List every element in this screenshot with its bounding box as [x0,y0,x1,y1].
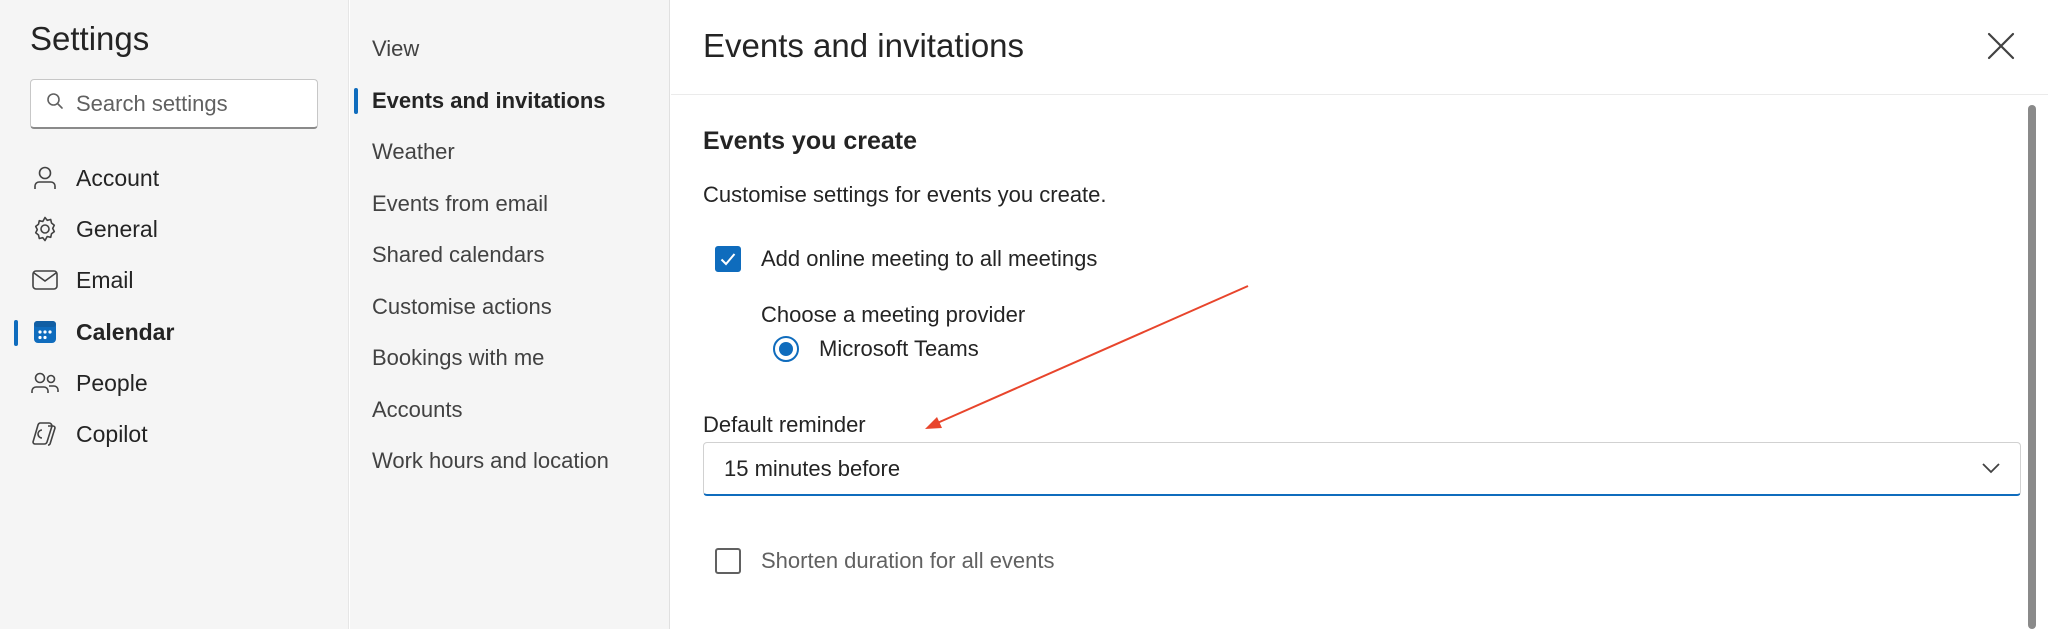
sidebar-item-label: Calendar [76,318,175,345]
shorten-duration-checkbox[interactable] [715,548,741,574]
subnav-item-bookings-with-me[interactable]: Bookings with me [372,341,544,375]
copilot-icon [30,419,60,449]
subnav-item-work-hours-and-location[interactable]: Work hours and location [372,444,609,478]
search-box[interactable] [30,79,318,129]
panel-title: Events and invitations [703,27,1025,64]
close-button[interactable] [1981,26,2021,66]
search-icon [46,92,64,115]
person-icon [30,163,60,193]
subnav-item-weather[interactable]: Weather [372,135,455,169]
sidebar-item-calendar[interactable]: Calendar [30,312,330,352]
chevron-down-icon [1982,463,2000,474]
checkmark-icon [720,253,736,266]
sidebar-item-email[interactable]: Email [30,260,330,300]
calendar-subnav: View Events and invitations Weather Even… [350,0,670,629]
online-meeting-label: Add online meeting to all meetings [761,246,1098,271]
close-icon [1987,32,2015,60]
settings-panel: Events and invitations Events you create… [671,0,2048,629]
provider-option-label: Microsoft Teams [819,336,979,361]
sidebar-item-copilot[interactable]: Copilot [30,414,330,454]
shorten-duration-label: Shorten duration for all events [761,548,1055,573]
sidebar-item-people[interactable]: People [30,363,330,403]
sidebar-item-label: Account [76,164,160,191]
sidebar-item-label: Email [76,266,134,293]
subnav-item-events-and-invitations[interactable]: Events and invitations [372,84,606,118]
subnav-item-accounts[interactable]: Accounts [372,393,463,427]
sidebar-item-account[interactable]: Account [30,158,330,198]
mail-icon [30,265,60,295]
radio-selected-dot [779,342,793,356]
sidebar-item-label: Copilot [76,420,148,447]
settings-title: Settings [30,20,150,57]
people-icon [30,368,60,398]
panel-header: Events and invitations [671,0,2048,95]
settings-sidebar: Settings Account General Email Calendar [0,0,349,629]
scrollbar[interactable] [2028,105,2036,629]
sidebar-item-label: People [76,369,148,396]
provider-radio[interactable] [773,336,799,362]
search-input[interactable] [76,90,296,117]
online-meeting-checkbox[interactable] [715,246,741,272]
reminder-dropdown[interactable]: 15 minutes before [703,442,2021,496]
subnav-item-shared-calendars[interactable]: Shared calendars [372,238,544,272]
subnav-active-indicator [354,88,358,114]
reminder-value: 15 minutes before [724,455,901,481]
provider-label: Choose a meeting provider [761,302,1026,327]
shorten-duration-checkbox-row[interactable]: Shorten duration for all events [715,548,1055,574]
reminder-label: Default reminder [703,412,866,437]
sidebar-item-label: General [76,215,158,242]
calendar-icon [30,317,60,347]
active-indicator [14,320,18,346]
section-title: Events you create [703,127,917,155]
gear-icon [30,214,60,244]
online-meeting-checkbox-row[interactable]: Add online meeting to all meetings [715,246,1097,272]
subnav-item-events-from-email[interactable]: Events from email [372,187,548,221]
provider-radio-row[interactable]: Microsoft Teams [773,336,979,362]
subnav-item-customise-actions[interactable]: Customise actions [372,290,552,324]
section-description: Customise settings for events you create… [703,182,1107,207]
sidebar-item-general[interactable]: General [30,209,330,249]
subnav-item-view[interactable]: View [372,32,419,66]
